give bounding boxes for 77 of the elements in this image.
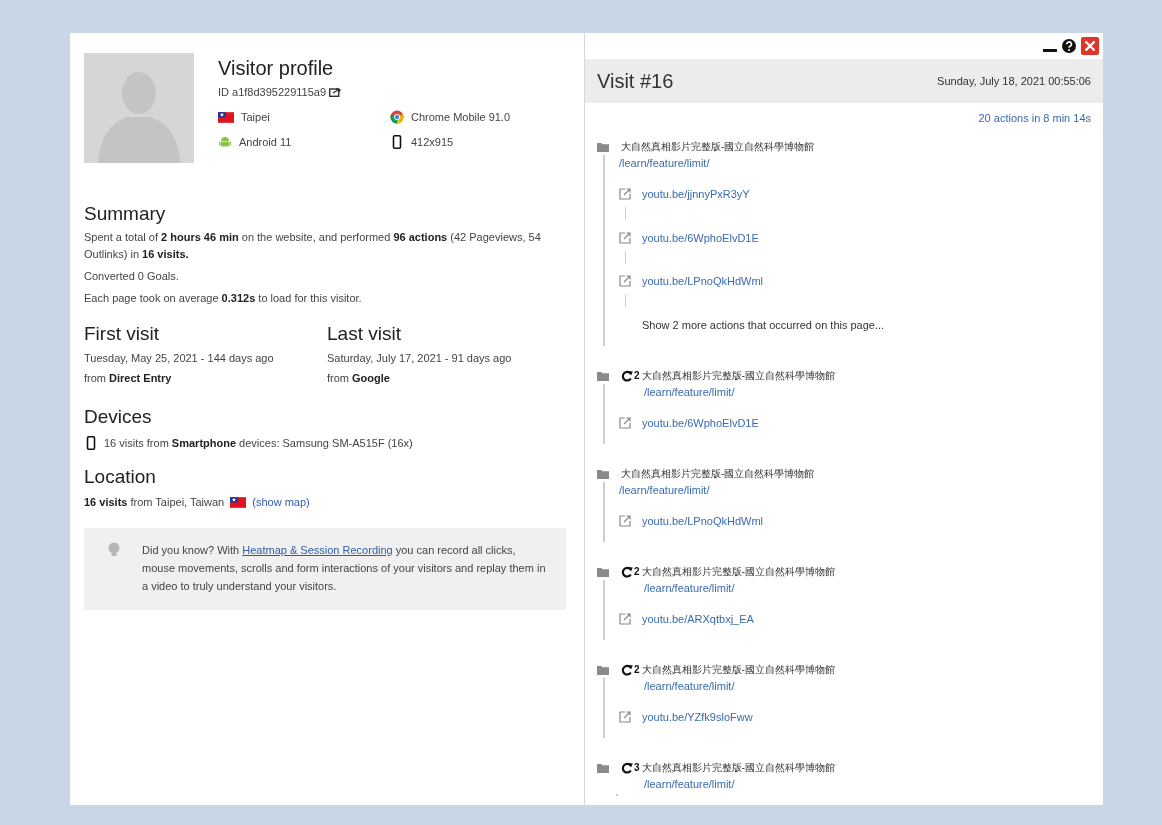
phone-icon [84,436,98,450]
visit-date: Tuesday, May 25, 2021 - 144 days ago [84,351,275,366]
flag-icon [230,496,247,508]
show-more-link[interactable]: Show 2 more actions that occurred on this page... [642,318,885,331]
external-link-icon [619,514,631,527]
visit-title: Visit #16 [597,69,674,93]
external-link-icon [619,188,631,200]
page-title: 大自然真相影片完整版-國立自然科學博物館 [641,760,835,775]
section-heading: First visit [84,322,160,346]
page-url-link[interactable]: /learn/feature/limit/ [619,483,710,496]
actions-summary: 20 actions in 8 min 14s [978,112,1091,124]
outlink-link[interactable]: youtu.be/LPnoQkHdWml [642,514,764,527]
page-title: 大自然真相影片完整版-國立自然科學博物館 [621,140,815,154]
folder-icon [597,468,609,479]
page-title: 大自然真相影片完整版-國立自然科學博物館 [621,466,815,481]
outlink-link[interactable]: youtu.be/jjnnyPxR3yY [642,188,750,200]
external-link-icon [619,416,631,429]
page-title: 大自然真相影片完整版-國立自然科學博物館 [641,368,835,383]
page-title: 大自然真相影片完整版-國立自然科學博物館 [641,564,835,579]
tip-text: Did you know? With Heatmap & Session Recording you can record all clicks, mouse movements, scrolls and form interactions of your visitors and replay them in a video to truly understand your visitors. [142,543,547,594]
outlink-link[interactable]: youtu.be/YZfk9sloFww [642,710,753,723]
visit-source: from Google [327,371,391,386]
browser-icon [390,110,404,124]
folder-icon [597,142,609,152]
page-url-link[interactable]: /learn/feature/limit/ [644,385,735,398]
folder-icon [597,664,609,675]
resolution-label: 412x915 [411,136,454,148]
page-title: 大自然真相影片完整版-國立自然科學博物館 [641,662,835,677]
location-text: 16 visits from Taipei, Taiwan [84,496,225,508]
export-icon[interactable] [329,87,342,97]
folder-icon [597,762,609,773]
phone-icon [390,135,404,149]
visit-date: Saturday, July 17, 2021 - 91 days ago [327,351,513,366]
external-link-icon [619,710,631,723]
external-link-icon [619,275,631,287]
page-url-link[interactable]: /learn/feature/limit/ [619,157,710,169]
page-url-link[interactable]: /learn/feature/limit/ [644,679,735,692]
reload-count: 2 [634,566,640,577]
reload-count: 3 [634,762,640,773]
flag-icon [218,111,234,123]
section-heading: Last visit [327,322,402,346]
outlink-link[interactable]: youtu.be/LPnoQkHdWml [642,275,764,287]
reload-icon [621,761,633,774]
summary-text: Spent a total of 2 hours 46 min on the website, and performed 96 actions (42 Pageviews, 54 Outlinks) in 16 visits. [84,230,542,262]
folder-icon [597,566,609,577]
help-icon[interactable] [1062,39,1076,53]
outlink-link[interactable]: youtu.be/6WphoElvD1E [642,231,759,244]
page-url-link[interactable]: /learn/feature/limit/ [644,777,735,790]
outlink-link[interactable]: youtu.be/ARXqtbxj_EA [642,612,754,625]
heatmap-link[interactable]: Heatmap & Session Recording [242,544,393,556]
show-map-link[interactable]: (show map) [252,496,310,508]
android-icon [218,135,232,149]
devices-text: 16 visits from Smartphone devices: Samsung SM-A515F (16x) [104,437,413,449]
close-icon[interactable] [1081,37,1099,55]
city-label: Taipei [241,111,270,123]
visit-source: from Direct Entry [84,371,173,386]
visitor-id: ID a1f8d395229115a9 [218,86,327,98]
reload-count: 2 [634,370,640,381]
visit-date: Sunday, July 18, 2021 00:55:06 [937,75,1091,87]
browser-label: Chrome Mobile 91.0 [411,111,511,123]
section-heading: Location [84,465,157,489]
page-url-link[interactable]: /learn/feature/limit/ [644,581,735,594]
outlink-link[interactable]: youtu.be/6WphoElvD1E [642,416,759,429]
section-heading: Summary [84,202,167,226]
external-link-icon [619,231,631,244]
reload-icon [621,369,633,382]
os-label: Android 11 [239,136,292,148]
section-heading: Devices [84,405,153,429]
reload-icon [621,663,633,676]
folder-icon [597,370,609,381]
external-link-icon [619,612,631,625]
reload-count: 2 [634,664,640,675]
summary-text: Each page took on average 0.312s to load for this visitor. [84,291,363,306]
profile-title: Visitor profile [218,56,335,81]
reload-icon [621,565,633,578]
summary-text: Converted 0 Goals. [84,269,180,284]
lightbulb-icon [108,542,120,558]
